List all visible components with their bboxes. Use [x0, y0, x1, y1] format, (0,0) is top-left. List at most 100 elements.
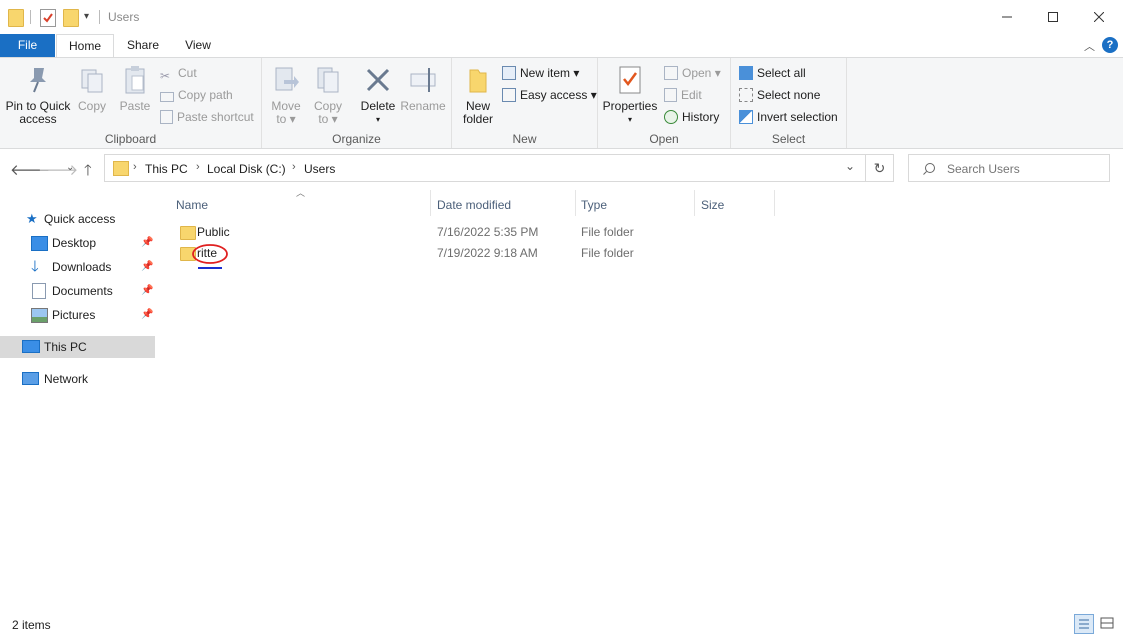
- tab-home[interactable]: Home: [56, 34, 114, 59]
- chevron-right-icon[interactable]: ›: [196, 161, 200, 173]
- properties-dropdown-icon[interactable]: ▾: [602, 113, 658, 126]
- divider: [99, 10, 100, 24]
- copy-path-label: Copy path: [178, 88, 233, 102]
- close-button[interactable]: [1076, 0, 1122, 34]
- select-all-button[interactable]: Select all: [739, 64, 806, 82]
- file-row[interactable]: Public 7/16/2022 5:35 PM File folder: [176, 222, 776, 243]
- minimize-button[interactable]: [984, 0, 1030, 34]
- invert-selection-label: Invert selection: [757, 110, 838, 124]
- copy-to-button[interactable]: Copy to ▾: [310, 64, 346, 126]
- properties-icon[interactable]: [40, 9, 56, 27]
- recent-locations-icon[interactable]: ⌄: [66, 162, 74, 173]
- pin-icon[interactable]: 📌: [141, 304, 153, 326]
- select-all-icon: [739, 66, 753, 80]
- history-label: History: [682, 110, 720, 124]
- collapse-ribbon-icon[interactable]: ︿: [1084, 38, 1095, 54]
- pin-icon[interactable]: 📌: [141, 232, 153, 254]
- new-folder-button[interactable]: New folder: [456, 64, 500, 126]
- select-none-label: Select none: [757, 88, 821, 102]
- nav-label: Desktop: [52, 236, 97, 250]
- history-button[interactable]: History: [664, 108, 719, 126]
- refresh-button[interactable]: ↻: [866, 154, 894, 182]
- copy-path-button[interactable]: Copy path: [160, 86, 233, 104]
- column-header-date[interactable]: Date modified: [437, 196, 511, 214]
- column-divider[interactable]: [575, 190, 576, 216]
- delete-dropdown-icon[interactable]: ▾: [358, 113, 398, 126]
- customize-toolbar-icon[interactable]: ▾: [84, 11, 89, 22]
- help-icon[interactable]: ?: [1102, 37, 1118, 53]
- folder-icon: [180, 226, 196, 240]
- nav-item-desktop[interactable]: Desktop 📌: [0, 232, 155, 254]
- maximize-button[interactable]: [1030, 0, 1076, 34]
- new-item-button[interactable]: New item ▾: [502, 64, 579, 82]
- paste-shortcut-button[interactable]: Paste shortcut: [160, 108, 254, 126]
- file-name[interactable]: Public: [197, 222, 230, 243]
- up-arrow-icon[interactable]: 🡑: [84, 160, 92, 185]
- select-none-button[interactable]: Select none: [739, 86, 820, 104]
- nav-item-quick-access[interactable]: ★ Quick access: [0, 208, 155, 230]
- desktop-icon: [31, 236, 48, 251]
- breadcrumb-this-pc[interactable]: This PC: [145, 162, 188, 176]
- nav-item-documents[interactable]: Documents 📌: [0, 280, 155, 302]
- organize-group-label: Organize: [332, 132, 381, 146]
- details-view-button[interactable]: [1074, 614, 1094, 634]
- cut-label: Cut: [178, 66, 197, 80]
- cut-button[interactable]: ✂ Cut: [160, 64, 197, 83]
- new-group: New folder New item ▾ Easy access ▾ New: [452, 58, 598, 148]
- nav-item-pictures[interactable]: Pictures 📌: [0, 304, 155, 326]
- file-list: ︿ Name Date modified Type Size Public 7/…: [160, 188, 1123, 610]
- navigation-pane: ★ Quick access Desktop 📌 🡓 Downloads 📌 D…: [0, 190, 160, 610]
- column-divider[interactable]: [774, 190, 775, 216]
- edit-icon: [664, 88, 677, 102]
- column-header-size[interactable]: Size: [701, 196, 724, 214]
- properties-button[interactable]: Properties ▾: [602, 64, 658, 126]
- computer-icon: [22, 340, 40, 353]
- new-folder-icon[interactable]: [63, 9, 79, 27]
- address-bar[interactable]: › This PC › Local Disk (C:) › Users ⌄: [104, 154, 866, 182]
- delete-label: Delete: [360, 99, 396, 113]
- nav-label: Pictures: [52, 308, 96, 322]
- column-header-type[interactable]: Type: [581, 196, 607, 214]
- nav-item-this-pc[interactable]: This PC: [0, 336, 155, 358]
- search-input[interactable]: [945, 159, 1109, 179]
- column-header-name[interactable]: Name: [176, 196, 208, 214]
- paste-button[interactable]: Paste: [114, 64, 156, 113]
- copy-button[interactable]: Copy: [74, 64, 110, 113]
- column-divider[interactable]: [430, 190, 431, 216]
- breadcrumb-users[interactable]: Users: [304, 162, 335, 176]
- chevron-right-icon[interactable]: ›: [292, 161, 296, 173]
- open-button[interactable]: Open ▾: [664, 64, 721, 82]
- copy-label: Copy: [77, 99, 106, 113]
- navigation-bar: 🡐 🡒 ⌄ 🡑 › This PC › Local Disk (C:) › Us…: [0, 148, 1123, 190]
- pin-to-quick-access-button[interactable]: Pin to Quick access: [4, 64, 72, 126]
- tab-view[interactable]: View: [174, 34, 222, 58]
- file-row[interactable]: ritte 7/19/2022 9:18 AM File folder: [176, 243, 776, 264]
- move-label-to: to: [276, 112, 287, 126]
- invert-selection-button[interactable]: Invert selection: [739, 108, 838, 126]
- nav-item-downloads[interactable]: 🡓 Downloads 📌: [0, 256, 155, 278]
- edit-button[interactable]: Edit: [664, 86, 702, 104]
- nav-item-network[interactable]: Network: [0, 368, 155, 390]
- pin-icon[interactable]: 📌: [141, 256, 153, 278]
- chevron-right-icon[interactable]: ›: [133, 161, 137, 173]
- chevron-down-icon[interactable]: ⌄: [845, 159, 855, 173]
- large-icons-view-button[interactable]: [1098, 614, 1118, 634]
- tab-file[interactable]: File: [0, 34, 55, 58]
- copy-path-icon: [160, 92, 174, 102]
- paste-label: Paste: [119, 99, 151, 113]
- nav-label: Downloads: [52, 260, 112, 274]
- easy-access-button[interactable]: Easy access ▾: [502, 86, 597, 104]
- new-item-label: New item: [520, 66, 571, 80]
- annotation-circle: [192, 244, 228, 269]
- pin-icon[interactable]: 📌: [141, 280, 153, 302]
- nav-label: Documents: [52, 284, 113, 298]
- paste-shortcut-label: Paste shortcut: [177, 110, 254, 124]
- tab-share[interactable]: Share: [118, 34, 168, 58]
- column-divider[interactable]: [694, 190, 695, 216]
- rename-button[interactable]: Rename: [400, 64, 446, 113]
- move-to-button[interactable]: Move to ▾: [268, 64, 304, 126]
- file-type: File folder: [581, 225, 634, 239]
- delete-button[interactable]: Delete ▾: [358, 64, 398, 126]
- search-box[interactable]: [908, 154, 1110, 182]
- breadcrumb-local-disk[interactable]: Local Disk (C:): [207, 162, 286, 176]
